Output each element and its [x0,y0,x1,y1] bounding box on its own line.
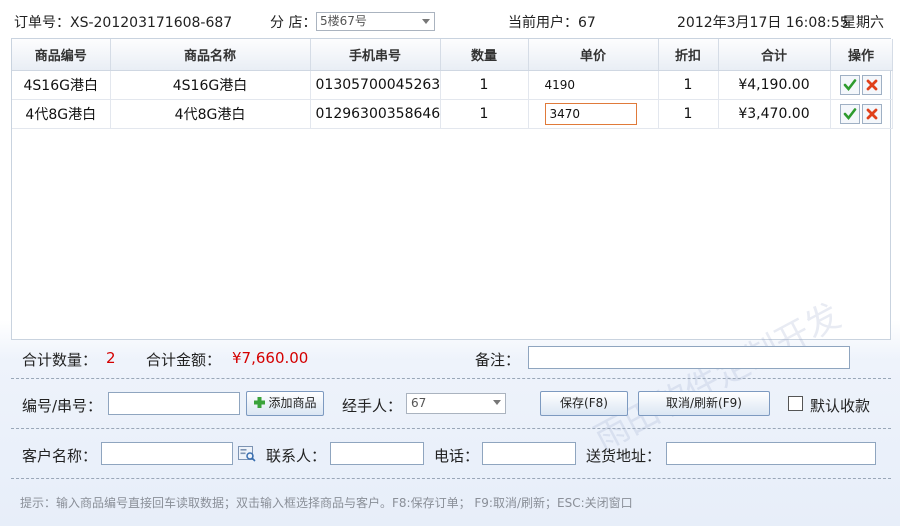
customer-name-input[interactable] [101,442,233,465]
datetime: 2012年3月17日 16:08:55 [677,15,849,31]
divider [11,478,891,479]
delete-icon [866,108,878,119]
cell-code: 4代8G港白 [12,99,111,129]
cell-name: 4代8G港白 [110,99,311,129]
contact-input[interactable] [330,442,424,465]
code-label: 编号/串号： [22,397,103,415]
cell-imei: 013057000452636 [310,70,441,100]
table-row[interactable]: 4S16G港白 4S16G港白 013057000452636 1 4190 1… [12,70,893,100]
plus-icon [253,394,266,408]
cancel-refresh-button[interactable]: 取消/刷新(F9) [638,391,770,416]
confirm-button[interactable] [840,103,860,124]
total-qty-value: 2 [106,349,116,367]
price-input[interactable] [544,102,637,125]
cell-price-editing[interactable] [528,99,659,129]
remark-label: 备注： [475,351,521,369]
cell-actions [830,70,893,100]
chevron-down-icon [422,19,430,24]
cell-discount[interactable]: 1 [658,70,719,100]
cell-name: 4S16G港白 [110,70,311,100]
default-receipt-checkbox[interactable] [788,396,803,411]
divider [11,428,891,429]
handler-label: 经手人： [342,397,403,415]
order-header: 订单号：XS-201203171608-687 分 店： 5楼67号 当前用户：… [0,0,900,38]
cell-code: 4S16G港白 [12,70,111,100]
address-label: 送货地址： [586,447,662,465]
check-icon [843,78,857,91]
branch-label: 分 店： [270,15,317,31]
remark-input[interactable] [528,346,850,369]
customer-name-label: 客户名称： [22,447,98,465]
order-number-label: 订单号：XS-201203171608-687 [14,15,233,31]
delete-button[interactable] [862,103,882,124]
column-header[interactable]: 商品编号 [12,39,111,71]
weekday: 星期六 [842,15,884,31]
cell-qty[interactable]: 1 [440,70,529,100]
column-header[interactable]: 手机串号 [310,39,441,71]
cell-discount[interactable]: 1 [658,99,719,129]
phone-input[interactable] [482,442,576,465]
column-header: 操作 [830,39,893,71]
add-product-button[interactable]: 添加商品 [246,391,324,416]
table-row[interactable]: 4代8G港白 4代8G港白 012963003586463 1 1 ¥3,470… [12,99,893,129]
delete-button[interactable] [862,74,882,95]
cell-imei: 012963003586463 [310,99,441,129]
delete-icon [866,79,878,90]
current-user: 当前用户：67 [508,15,596,31]
address-input[interactable] [666,442,876,465]
code-input[interactable] [108,392,240,415]
lookup-icon[interactable] [238,446,256,462]
column-header[interactable]: 合计 [718,39,831,71]
cell-total: ¥3,470.00 [718,99,831,129]
contact-label: 联系人： [266,447,327,465]
branch-select[interactable]: 5楼67号 [316,12,435,31]
check-icon [843,107,857,120]
handler-select[interactable]: 67 [406,393,506,414]
column-header[interactable]: 数量 [440,39,529,71]
divider [11,378,891,379]
default-receipt-label: 默认收款 [810,397,871,415]
confirm-button[interactable] [840,74,860,95]
cell-qty[interactable]: 1 [440,99,529,129]
phone-label: 电话： [434,447,480,465]
cell-total: ¥4,190.00 [718,70,831,100]
hint-text: 提示：输入商品编号直接回车读取数据；双击输入框选择商品与客户。F8:保存订单； … [20,496,633,510]
save-button[interactable]: 保存(F8) [540,391,628,416]
column-header[interactable]: 商品名称 [110,39,311,71]
column-header[interactable]: 折扣 [658,39,719,71]
cell-actions [830,99,893,129]
total-amount-label: 合计金额： [146,351,222,369]
table-header-row: 商品编号 商品名称 手机串号 数量 单价 折扣 合计 操作 [12,39,893,71]
total-amount-value: ¥7,660.00 [232,349,309,367]
column-header[interactable]: 单价 [528,39,659,71]
items-table: 商品编号 商品名称 手机串号 数量 单价 折扣 合计 操作 4S16G港白 4S… [11,38,893,340]
total-qty-label: 合计数量： [22,351,98,369]
cell-price[interactable]: 4190 [528,70,659,100]
chevron-down-icon [493,400,501,405]
